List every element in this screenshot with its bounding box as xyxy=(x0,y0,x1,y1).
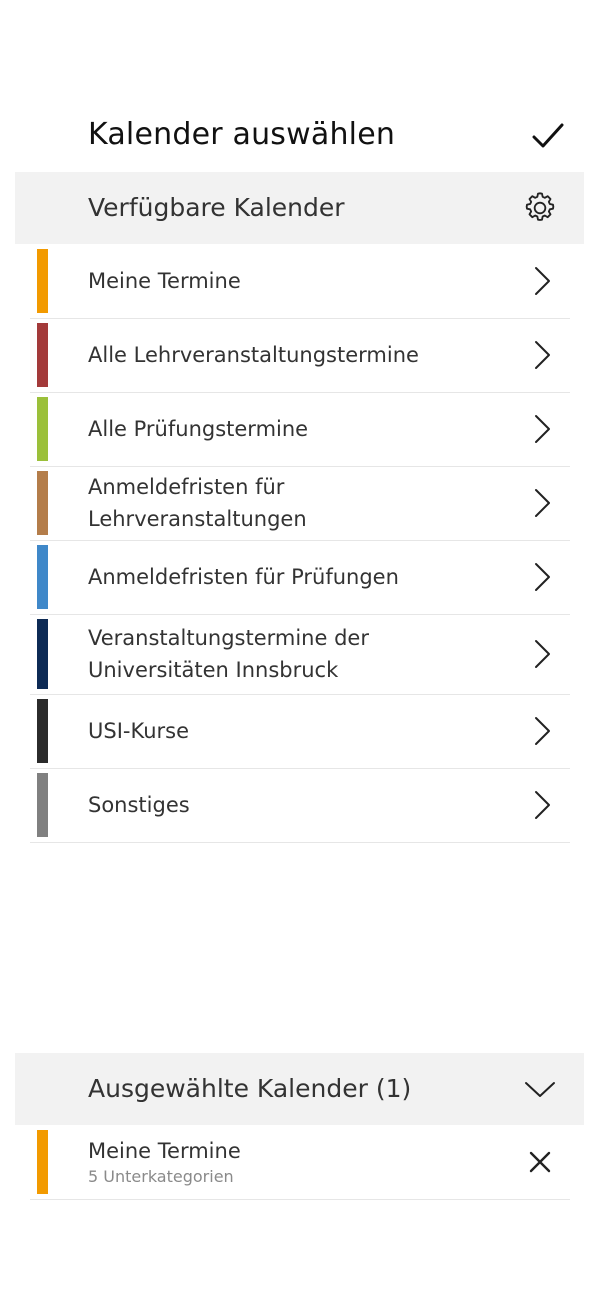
calendar-color-bar xyxy=(37,619,48,689)
calendar-color-bar xyxy=(37,471,48,535)
chevron-right-icon xyxy=(535,563,550,591)
calendar-label: Veranstaltungstermine der Universitäten … xyxy=(88,626,369,682)
calendar-color-bar xyxy=(37,249,48,313)
selected-calendar-label: Meine Termine xyxy=(88,1139,241,1163)
close-icon xyxy=(529,1151,551,1173)
selected-calendars-title: Ausgewählte Kalender (1) xyxy=(88,1074,412,1103)
calendar-color-bar xyxy=(37,1130,48,1194)
subcategory-count: 5 Unterkategorien xyxy=(88,1167,234,1186)
chevron-right-icon xyxy=(535,415,550,443)
calendar-color-bar xyxy=(37,545,48,609)
checkmark-icon xyxy=(532,123,564,148)
calendar-row-pruefungstermine[interactable]: Alle Prüfungstermine xyxy=(30,392,570,467)
calendar-row-usi-kurse[interactable]: USI-Kurse xyxy=(30,694,570,769)
calendar-row-veranstaltungstermine[interactable]: Veranstaltungstermine der Universitäten … xyxy=(30,614,570,695)
calendar-row-anmeldefristen-lv[interactable]: Anmeldefristen für Lehrveranstaltungen xyxy=(30,466,570,541)
calendar-color-bar xyxy=(37,397,48,461)
calendar-label: Meine Termine xyxy=(88,269,241,293)
calendar-label: USI-Kurse xyxy=(88,719,190,743)
calendar-label: Alle Prüfungstermine xyxy=(88,417,309,441)
selected-calendar-text: Meine Termine 5 Unterkategorien xyxy=(88,1135,241,1187)
calendar-row-lehrveranstaltungstermine[interactable]: Alle Lehrveranstaltungstermine xyxy=(30,318,570,393)
chevron-right-icon xyxy=(535,717,550,745)
calendar-color-bar xyxy=(37,773,48,837)
confirm-button[interactable] xyxy=(520,112,576,160)
chevron-down-icon xyxy=(525,1082,555,1097)
chevron-right-icon xyxy=(535,489,550,517)
settings-button[interactable] xyxy=(520,172,560,244)
chevron-right-icon xyxy=(535,640,550,668)
selected-calendars-header[interactable]: Ausgewählte Kalender (1) xyxy=(15,1053,584,1125)
selected-calendar-row[interactable]: Meine Termine 5 Unterkategorien xyxy=(30,1125,570,1200)
calendar-color-bar xyxy=(37,323,48,387)
chevron-right-icon xyxy=(535,341,550,369)
header: Kalender auswählen xyxy=(0,100,600,172)
available-calendars-title: Verfügbare Kalender xyxy=(88,193,345,222)
calendar-label: Anmeldefristen für Prüfungen xyxy=(88,565,399,589)
available-calendars-header: Verfügbare Kalender xyxy=(15,172,584,244)
page-title: Kalender auswählen xyxy=(88,117,396,152)
calendar-row-anmeldefristen-pruefungen[interactable]: Anmeldefristen für Prüfungen xyxy=(30,540,570,615)
calendar-label: Alle Lehrveranstaltungstermine xyxy=(88,343,419,367)
collapse-toggle[interactable] xyxy=(523,1053,557,1125)
gear-icon xyxy=(525,192,555,221)
calendar-color-bar xyxy=(37,699,48,763)
chevron-right-icon xyxy=(535,267,550,295)
remove-calendar-button[interactable] xyxy=(528,1125,552,1199)
calendar-label: Sonstiges xyxy=(88,793,190,817)
calendar-label: Anmeldefristen für Lehrveranstaltungen xyxy=(88,475,307,531)
calendar-row-meine-termine[interactable]: Meine Termine xyxy=(30,244,570,319)
chevron-right-icon xyxy=(535,791,550,819)
calendar-row-sonstiges[interactable]: Sonstiges xyxy=(30,768,570,843)
